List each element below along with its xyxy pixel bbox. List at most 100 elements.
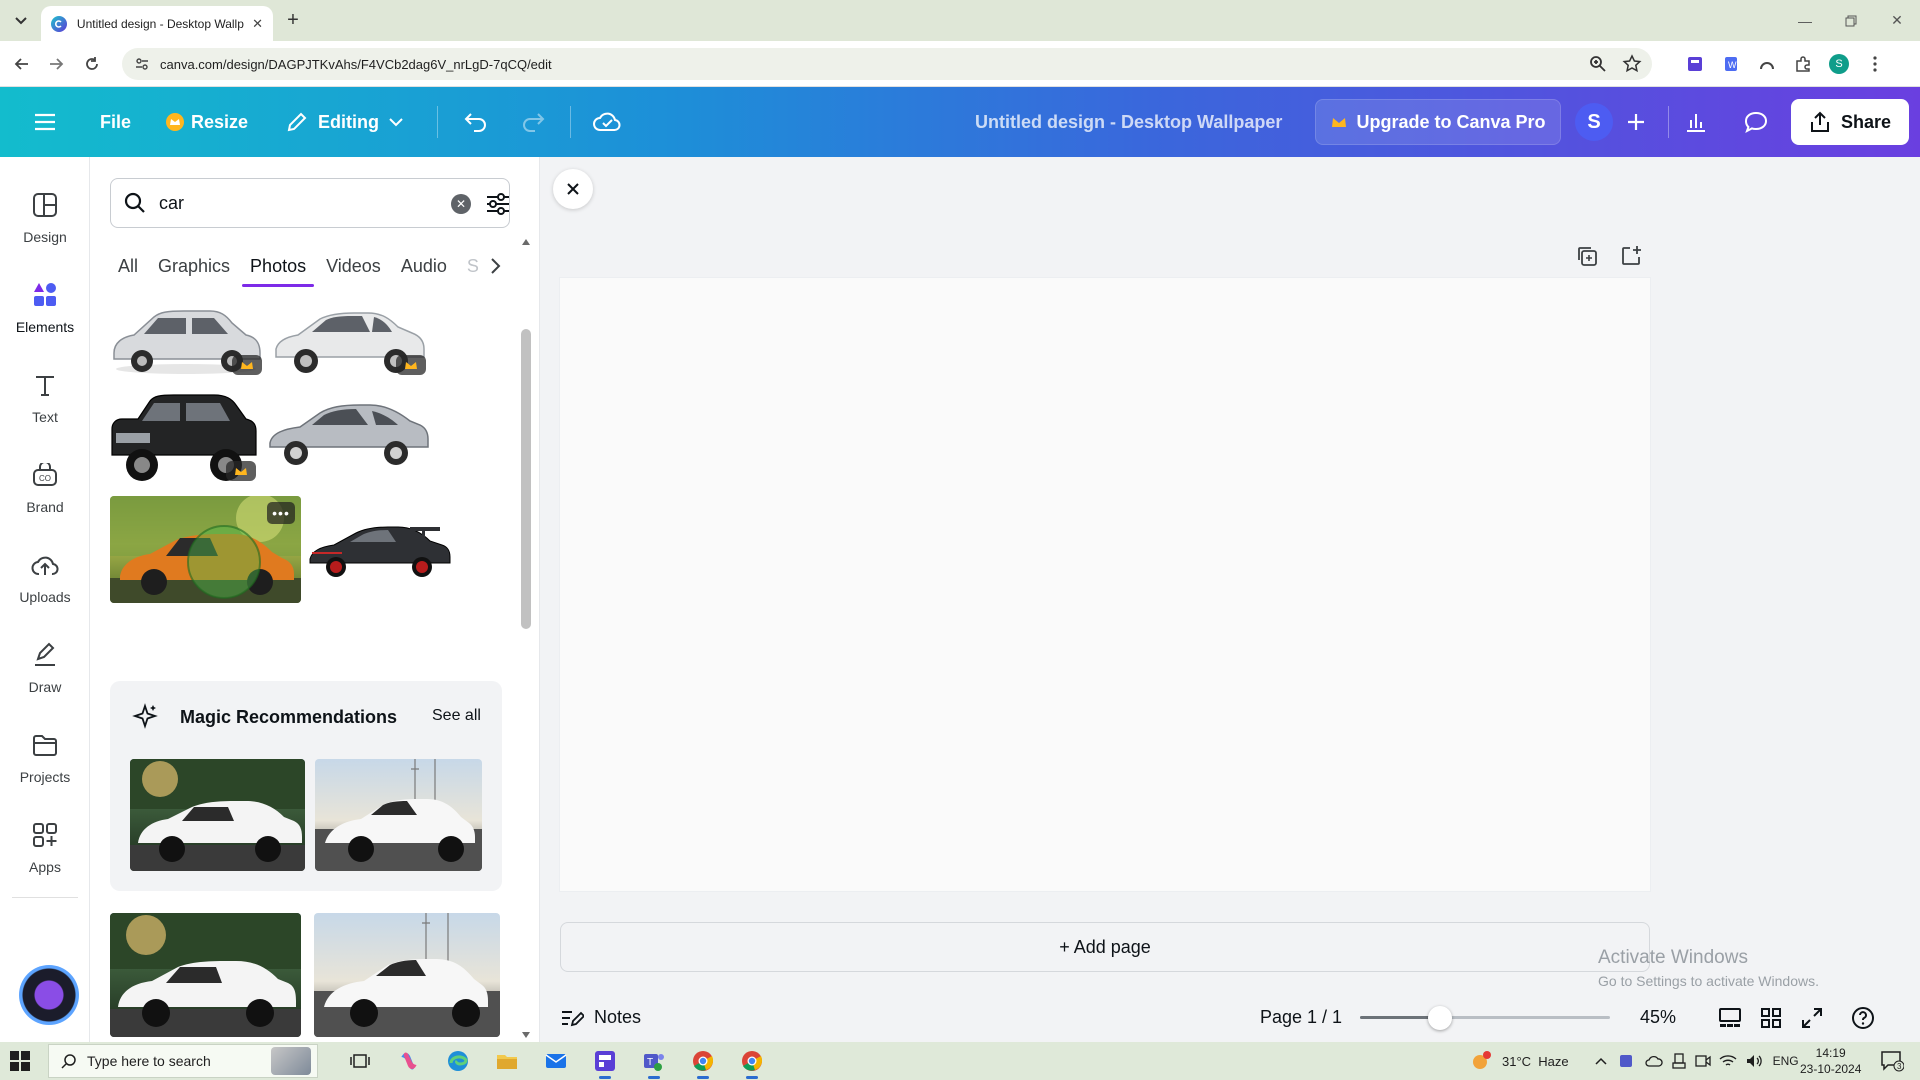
browser-menu-icon[interactable] (1863, 52, 1887, 76)
rail-item-projects[interactable]: Projects (0, 723, 90, 803)
undo-button[interactable] (463, 87, 489, 157)
rail-item-uploads[interactable]: Uploads (0, 543, 90, 623)
wifi-icon[interactable] (1719, 1054, 1737, 1068)
share-button[interactable]: Share (1791, 99, 1909, 145)
start-button[interactable] (10, 1051, 30, 1071)
taskbar-clock[interactable]: 14:19 23-10-2024 (1800, 1045, 1861, 1077)
invite-button[interactable] (1613, 99, 1659, 145)
scroll-down-arrow[interactable] (522, 1032, 530, 1038)
result-photo-white-tesla[interactable] (314, 913, 500, 1037)
profile-avatar[interactable]: S (1827, 52, 1851, 76)
save-status-button[interactable] (592, 87, 622, 157)
address-bar[interactable]: canva.com/design/DAGPJTKvAhs/F4VCb2dag6V… (122, 48, 1652, 80)
zoom-percentage[interactable]: 45% (1640, 993, 1676, 1042)
reload-button[interactable] (80, 52, 104, 76)
site-info-icon[interactable] (134, 56, 150, 72)
comments-button[interactable] (1733, 99, 1779, 145)
result-photo-black-sportscar[interactable] (306, 519, 452, 581)
file-menu-button[interactable]: File (100, 87, 131, 157)
design-title[interactable]: Untitled design - Desktop Wallpaper (975, 87, 1282, 157)
extension-arch-icon[interactable] (1755, 52, 1779, 76)
panel-scrollbar[interactable] (520, 237, 531, 1042)
teams-icon[interactable]: T (638, 1046, 670, 1079)
result-photo-orange-car-forest[interactable]: ••• (110, 496, 301, 603)
result-photo-white-charger[interactable] (110, 913, 301, 1037)
scrollbar-thumb[interactable] (521, 329, 531, 629)
task-view-icon[interactable] (344, 1046, 376, 1076)
teams-tray-icon[interactable] (1619, 1053, 1637, 1069)
result-photo-silver-coupe[interactable] (266, 399, 430, 469)
help-button[interactable] (1850, 1005, 1876, 1031)
rail-item-design[interactable]: Design (0, 183, 90, 263)
close-window-button[interactable]: ✕ (1874, 0, 1920, 41)
volume-icon[interactable] (1745, 1053, 1763, 1069)
close-tab-icon[interactable]: ✕ (252, 16, 263, 32)
tab-photos[interactable]: Photos (242, 245, 315, 287)
notes-button[interactable]: Notes (560, 993, 641, 1042)
extensions-puzzle-icon[interactable] (1791, 52, 1815, 76)
insights-button[interactable] (1673, 99, 1719, 145)
rail-item-brand[interactable]: CO Brand (0, 453, 90, 533)
user-avatar[interactable]: S (1575, 103, 1613, 141)
new-tab-button[interactable]: + (282, 10, 304, 32)
filter-sliders-icon[interactable] (485, 191, 511, 217)
scroll-up-arrow[interactable] (522, 239, 530, 245)
search-input[interactable] (159, 192, 419, 214)
weather-icon[interactable] (1470, 1050, 1492, 1072)
zoom-slider-thumb[interactable] (1428, 1006, 1452, 1030)
magic-photo-white-tesla[interactable] (315, 759, 482, 871)
rail-item-elements[interactable]: Elements (0, 273, 90, 353)
upgrade-pro-button[interactable]: Upgrade to Canva Pro (1315, 99, 1561, 145)
mail-icon[interactable] (540, 1046, 572, 1076)
canva-assistant-button[interactable] (19, 965, 79, 1025)
result-photo-black-suv[interactable] (108, 389, 258, 485)
resize-button[interactable]: Resize (165, 87, 248, 157)
more-options-icon[interactable]: ••• (267, 502, 295, 524)
rail-item-apps[interactable]: Apps (0, 813, 90, 893)
editing-mode-dropdown[interactable]: Editing (286, 87, 403, 157)
browser-tab-active[interactable]: Untitled design - Desktop Wallpaper ✕ (41, 6, 273, 41)
extension-planner-icon[interactable] (1683, 52, 1707, 76)
chrome-icon[interactable] (687, 1046, 719, 1079)
pages-view-button[interactable] (1717, 1005, 1743, 1031)
tab-audio[interactable]: Audio (401, 245, 447, 287)
see-all-link[interactable]: See all (432, 707, 481, 725)
onedrive-icon[interactable] (1645, 1054, 1663, 1068)
page-indicator[interactable]: Page 1 / 1 (1260, 993, 1342, 1042)
copilot-icon[interactable] (393, 1046, 425, 1076)
weather-text[interactable]: 31°C Haze (1502, 1054, 1569, 1069)
usb-icon[interactable] (1671, 1053, 1687, 1069)
tab-graphics[interactable]: Graphics (158, 245, 230, 287)
forward-button[interactable] (44, 52, 68, 76)
fullscreen-button[interactable] (1799, 1005, 1825, 1031)
minimize-button[interactable]: — (1782, 0, 1828, 41)
main-menu-button[interactable] (34, 87, 56, 157)
file-explorer-icon[interactable] (491, 1046, 523, 1076)
rail-item-draw[interactable]: Draw (0, 633, 90, 713)
chevron-up-icon[interactable] (1595, 1057, 1607, 1065)
search-box[interactable]: ✕ (110, 178, 510, 228)
close-panel-button[interactable] (553, 169, 593, 209)
bookmark-star-icon[interactable] (1622, 54, 1642, 74)
magic-photo-white-charger[interactable] (130, 759, 305, 871)
result-photo-silver-suv[interactable] (108, 291, 264, 377)
duplicate-page-icon[interactable] (1576, 245, 1598, 267)
grid-view-button[interactable] (1758, 1005, 1784, 1031)
tab-videos[interactable]: Videos (326, 245, 381, 287)
edge-browser-icon[interactable] (442, 1046, 474, 1076)
back-button[interactable] (10, 52, 34, 76)
add-page-icon[interactable] (1620, 245, 1642, 267)
chevron-right-icon[interactable] (490, 257, 502, 275)
tab-all[interactable]: All (118, 245, 138, 287)
clear-search-icon[interactable]: ✕ (451, 194, 471, 214)
meet-now-icon[interactable] (1694, 1053, 1711, 1069)
rail-item-text[interactable]: Text (0, 363, 90, 443)
planner-app-icon[interactable] (589, 1046, 621, 1079)
design-page[interactable] (560, 278, 1650, 891)
chrome-profile-icon[interactable] (736, 1046, 768, 1079)
add-page-button[interactable]: + Add page (560, 922, 1650, 972)
tab-search-button[interactable] (10, 10, 32, 32)
redo-button[interactable] (520, 87, 546, 157)
result-photo-white-sedan[interactable] (272, 291, 428, 377)
restore-button[interactable] (1828, 0, 1874, 41)
